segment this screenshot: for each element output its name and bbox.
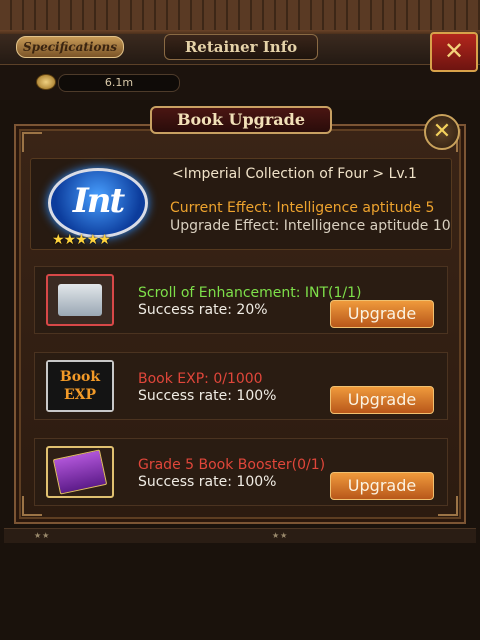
book-icon-label: Int [72,181,125,221]
scroll-icon [46,274,114,326]
dialog-title: Book Upgrade [150,106,332,134]
book-exp-art: Book EXP [48,362,112,410]
item-name: Book EXP: 0/1000 [138,371,263,387]
item-success-rate: Success rate: 100% [138,474,277,490]
upgrade-button[interactable]: Upgrade [330,300,434,328]
close-icon[interactable]: ✕ [430,32,478,72]
corner-ornament [22,132,42,152]
book-star-rating: ★★★★★ [52,232,111,248]
upgrade-button[interactable]: Upgrade [330,386,434,414]
book-booster-icon [46,446,114,498]
item-name: Scroll of Enhancement: INT(1/1) [138,285,362,301]
book-exp-icon: Book EXP [46,360,114,412]
scroll-art [58,284,102,316]
background-row: ★★ ★★ [4,528,476,543]
book-int-icon: Int [48,168,148,238]
roof-decoration [0,0,480,38]
background-stars: ★★ [34,531,51,540]
currency-amount: 6.1m [58,74,180,92]
item-success-rate: Success rate: 100% [138,388,277,404]
item-name: Grade 5 Book Booster(0/1) [138,457,326,473]
coin-icon [36,74,56,90]
upgrade-effect: Upgrade Effect: Intelligence aptitude 10 [170,218,451,234]
item-success-rate: Success rate: 20% [138,302,268,318]
book-name: <Imperial Collection of Four > Lv.1 [172,166,417,182]
booster-art [52,449,108,495]
upgrade-button[interactable]: Upgrade [330,472,434,500]
currency-display: 6.1m [32,72,180,92]
specifications-button[interactable]: Specifications [16,36,124,58]
page-title: Retainer Info [164,34,318,60]
background-stars: ★★ [272,531,289,540]
dialog-close-icon[interactable]: ✕ [424,114,460,150]
current-effect: Current Effect: Intelligence aptitude 5 [170,200,435,216]
